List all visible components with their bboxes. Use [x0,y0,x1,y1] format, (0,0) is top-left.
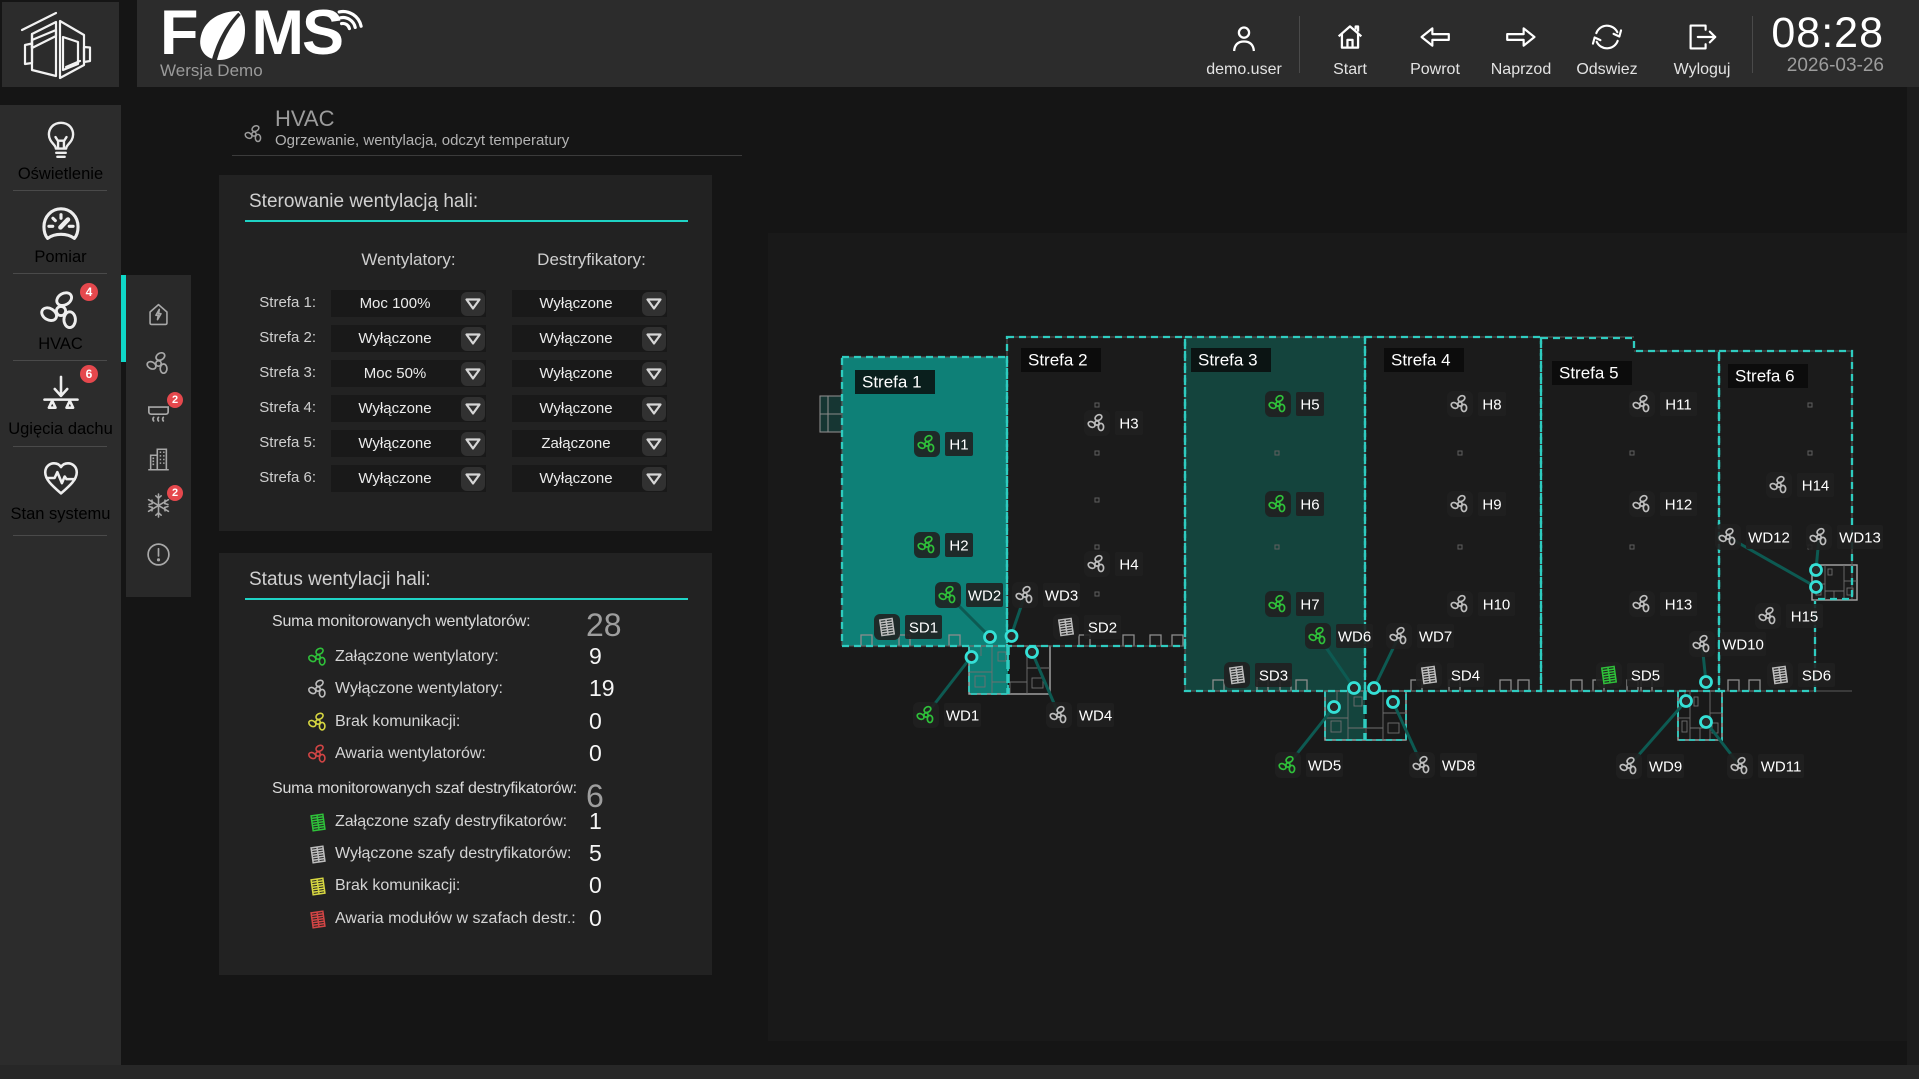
svg-text:H11: H11 [1665,397,1691,414]
svg-text:WD6: WD6 [1338,629,1371,646]
svg-text:H7: H7 [1300,597,1319,614]
svg-text:Strefa 2: Strefa 2 [1028,351,1088,370]
svg-text:H1: H1 [949,437,968,454]
svg-text:H9: H9 [1482,497,1501,514]
svg-text:H15: H15 [1791,609,1819,626]
svg-text:WD8: WD8 [1442,758,1475,775]
svg-text:H3: H3 [1119,416,1138,433]
svg-text:Strefa 6: Strefa 6 [1735,367,1795,386]
svg-text:SD5: SD5 [1631,668,1660,685]
svg-text:WD13: WD13 [1839,530,1881,547]
svg-text:WD1: WD1 [946,708,979,725]
svg-text:WD2: WD2 [968,588,1001,605]
svg-text:Strefa 4: Strefa 4 [1391,351,1451,370]
svg-text:WD11: WD11 [1761,759,1802,776]
svg-text:WD3: WD3 [1045,588,1078,605]
svg-text:H13: H13 [1665,597,1693,614]
svg-text:Strefa 5: Strefa 5 [1559,364,1619,383]
svg-text:WD9: WD9 [1649,759,1682,776]
svg-text:WD7: WD7 [1419,629,1452,646]
svg-text:H10: H10 [1483,597,1511,614]
svg-text:SD4: SD4 [1451,668,1480,685]
svg-text:H5: H5 [1300,397,1319,414]
svg-text:Strefa 1: Strefa 1 [862,373,922,392]
svg-text:SD1: SD1 [909,620,938,637]
svg-text:SD2: SD2 [1088,620,1117,637]
svg-text:H6: H6 [1300,497,1319,514]
svg-text:SD6: SD6 [1802,668,1831,685]
svg-text:H12: H12 [1665,497,1693,514]
svg-text:H8: H8 [1482,397,1501,414]
svg-text:WD5: WD5 [1308,758,1341,775]
svg-text:H2: H2 [949,538,968,555]
svg-text:WD10: WD10 [1722,637,1764,654]
svg-text:SD3: SD3 [1259,668,1288,685]
svg-text:H4: H4 [1119,557,1138,574]
svg-text:WD4: WD4 [1079,708,1112,725]
svg-text:Strefa 3: Strefa 3 [1198,351,1258,370]
svg-text:H14: H14 [1802,478,1830,495]
svg-text:WD12: WD12 [1748,530,1790,547]
